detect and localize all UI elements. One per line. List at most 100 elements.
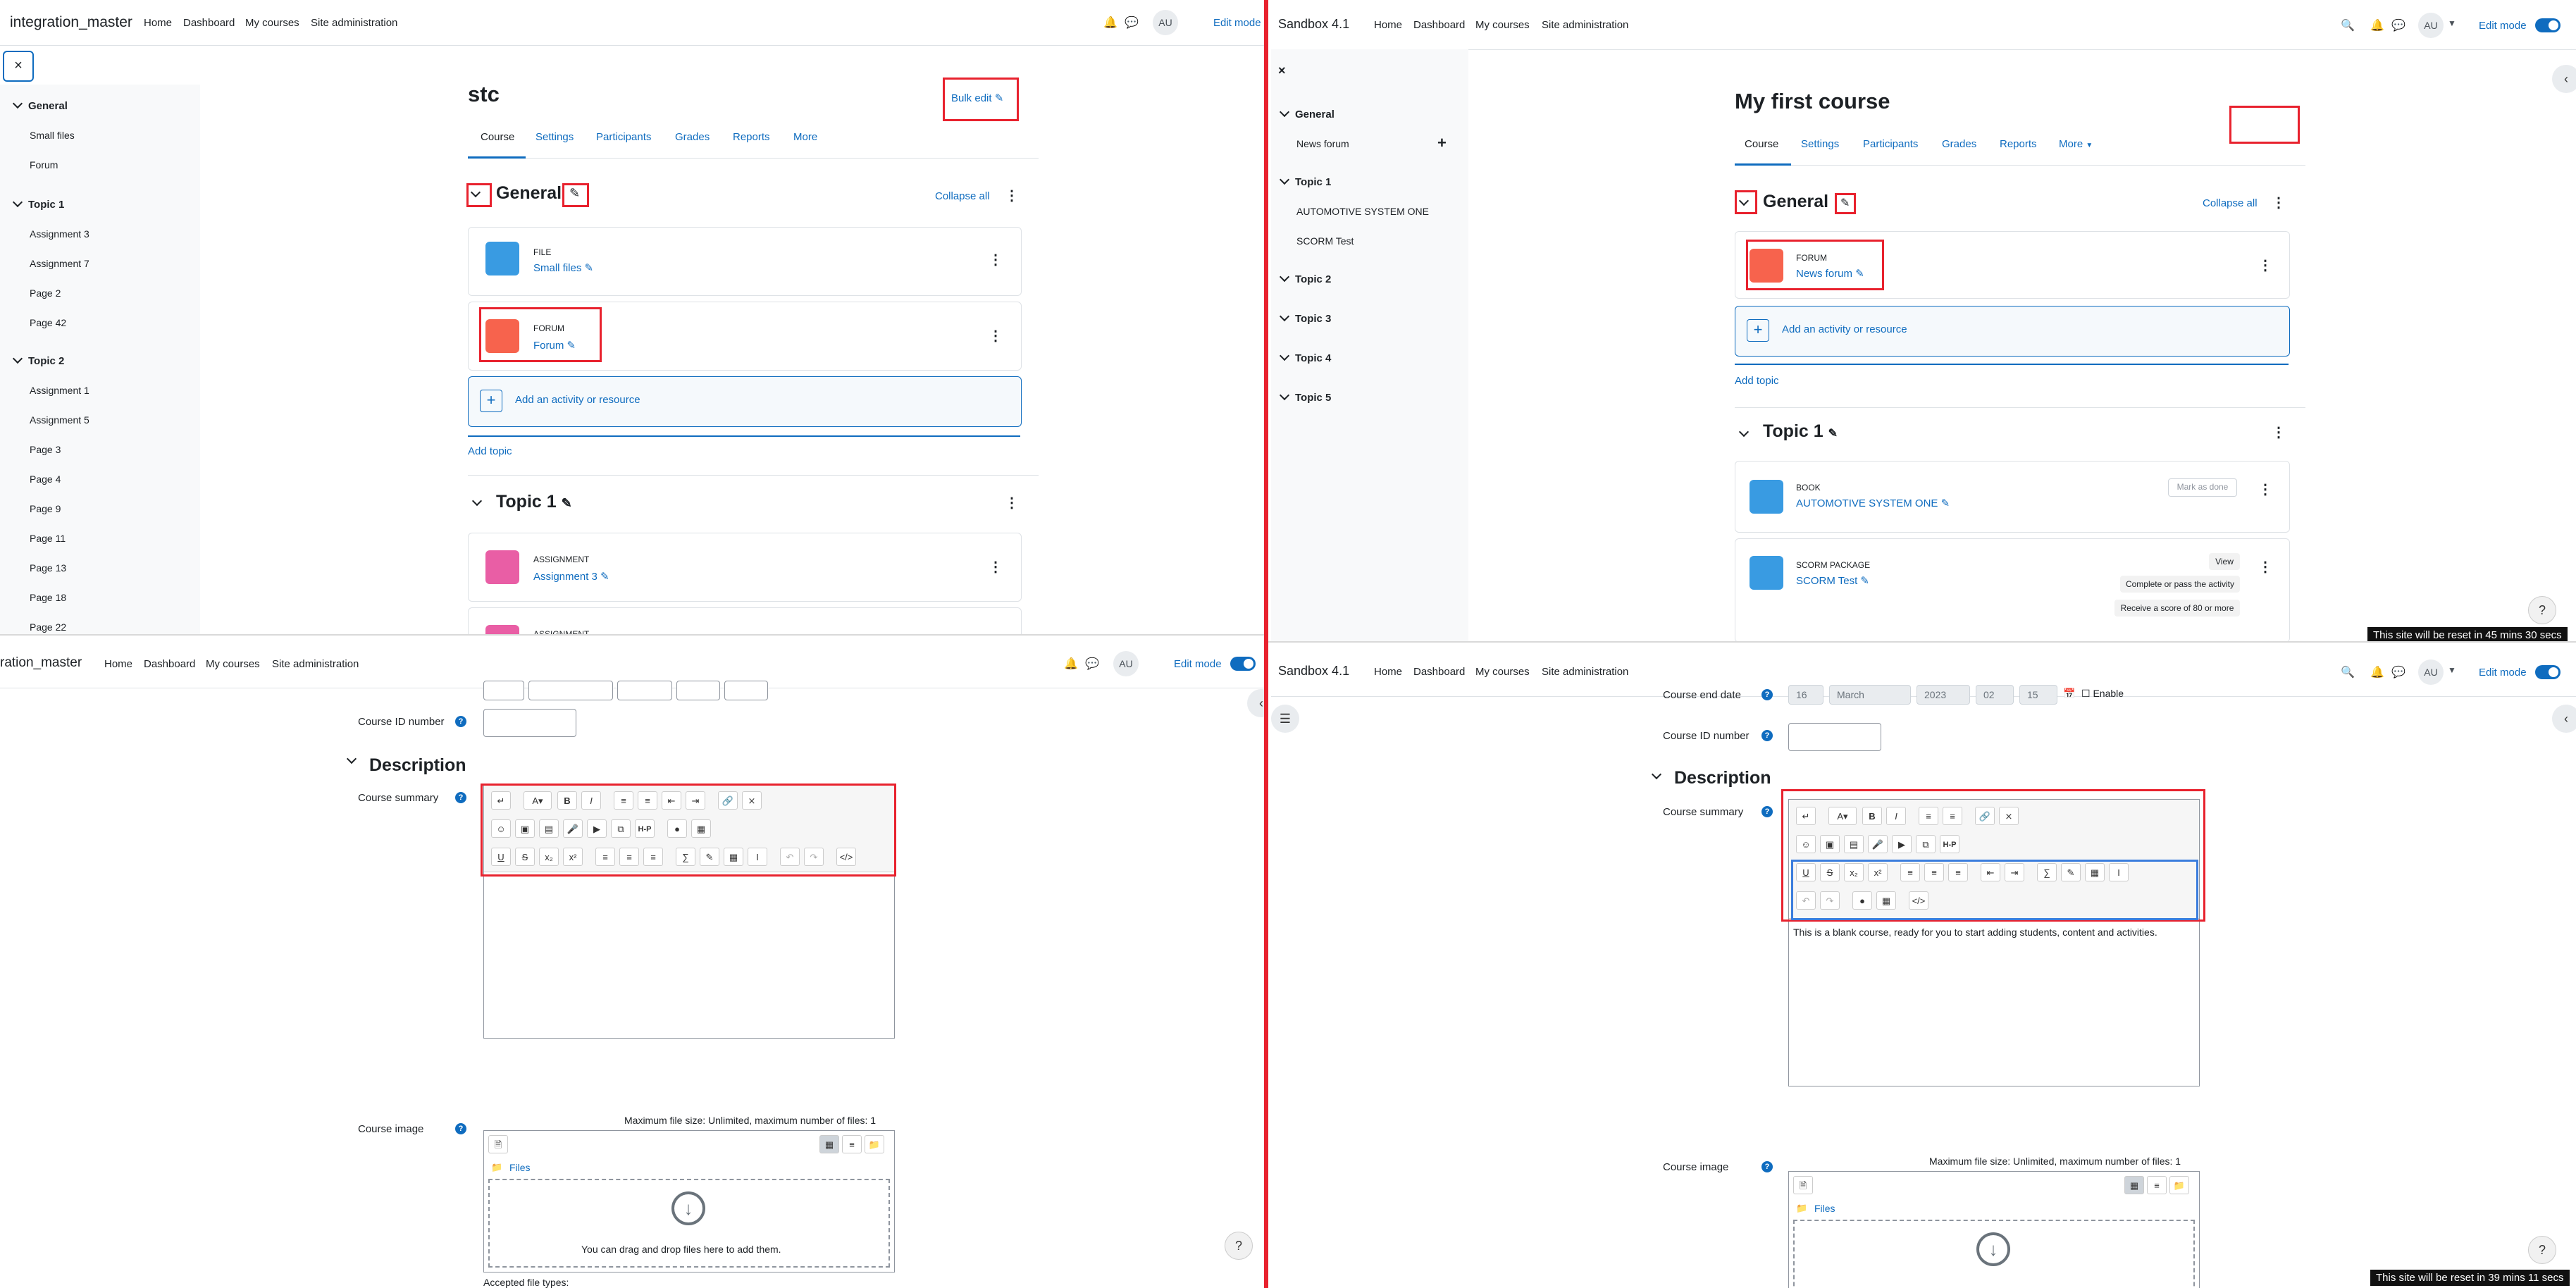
- nav-dashboard[interactable]: Dashboard: [144, 658, 195, 670]
- date-month-select[interactable]: [528, 681, 613, 700]
- nav-my-courses[interactable]: My courses: [245, 17, 299, 29]
- kebab-menu-icon[interactable]: ⋮: [2258, 560, 2272, 574]
- sidebar-item-forum[interactable]: Forum: [30, 159, 58, 171]
- add-file-icon[interactable]: 🗎: [488, 1135, 508, 1153]
- sidebar-section-topic-5[interactable]: Topic 5: [1279, 390, 1331, 404]
- sidebar-item-page-2[interactable]: Page 2: [30, 287, 61, 299]
- add-topic-link[interactable]: Add topic: [468, 445, 512, 457]
- date-year-select[interactable]: [617, 681, 672, 700]
- bell-icon[interactable]: 🔔: [2370, 665, 2384, 679]
- nav-home[interactable]: Home: [104, 658, 132, 670]
- help-icon[interactable]: ?: [1761, 689, 1773, 700]
- end-minute-select[interactable]: 15: [2019, 685, 2057, 705]
- files-link[interactable]: Files: [509, 1162, 531, 1173]
- sidebar-section-topic-3[interactable]: Topic 3: [1279, 311, 1331, 325]
- calendar-icon[interactable]: 📅: [2063, 688, 2075, 700]
- drop-zone[interactable]: ↓ You can drag and drop files here to ad…: [488, 1179, 890, 1268]
- help-icon[interactable]: ?: [455, 716, 466, 727]
- close-icon[interactable]: ×: [1278, 63, 1286, 78]
- chat-icon[interactable]: 💬: [2391, 665, 2405, 679]
- nav-dashboard[interactable]: Dashboard: [1413, 666, 1465, 678]
- enable-checkbox[interactable]: ☐ Enable: [2081, 688, 2124, 700]
- chevron-down-icon[interactable]: [1651, 769, 1667, 784]
- end-day-select[interactable]: 16: [1788, 685, 1823, 705]
- help-button[interactable]: ?: [2528, 596, 2556, 624]
- sidebar-section-topic-2[interactable]: Topic 2: [12, 353, 64, 367]
- collapse-all-link[interactable]: Collapse all: [2203, 197, 2258, 209]
- chat-icon[interactable]: 💬: [2391, 18, 2405, 32]
- open-block-drawer-button[interactable]: ‹: [2552, 705, 2576, 733]
- nav-home[interactable]: Home: [144, 17, 172, 29]
- nav-site-administration[interactable]: Site administration: [1542, 19, 1628, 31]
- nav-home[interactable]: Home: [1374, 19, 1402, 31]
- folder-view-icon[interactable]: 📁: [865, 1135, 884, 1153]
- add-file-icon[interactable]: 🗎: [1793, 1176, 1813, 1194]
- course-id-input[interactable]: [1788, 723, 1881, 751]
- open-block-drawer-button[interactable]: ‹: [1247, 689, 1264, 717]
- help-button[interactable]: ?: [1225, 1232, 1253, 1260]
- course-index-button[interactable]: ☰: [1271, 705, 1299, 733]
- avatar[interactable]: AU: [2418, 660, 2444, 685]
- chat-icon[interactable]: 💬: [1125, 16, 1139, 30]
- sidebar-section-general[interactable]: General: [1279, 106, 1335, 120]
- activity-name-scorm-test[interactable]: SCORM Test ✎: [1796, 574, 1869, 587]
- summary-text[interactable]: This is a blank course, ready for you to…: [1793, 927, 2157, 938]
- edit-mode-toggle[interactable]: [2535, 18, 2560, 32]
- tab-reports[interactable]: Reports: [733, 131, 770, 143]
- pencil-icon[interactable]: ✎: [1828, 428, 1838, 440]
- sidebar-item-page-22[interactable]: Page 22: [30, 621, 66, 633]
- activity-name-assignment-3[interactable]: Assignment 3 ✎: [533, 570, 609, 583]
- sidebar-item-assignment-3[interactable]: Assignment 3: [30, 228, 89, 240]
- help-icon[interactable]: ?: [1761, 730, 1773, 741]
- nav-dashboard[interactable]: Dashboard: [183, 17, 235, 29]
- chevron-down-icon[interactable]: ▼: [2448, 665, 2456, 675]
- folder-view-icon[interactable]: 📁: [2169, 1176, 2189, 1194]
- kebab-menu-icon[interactable]: ⋮: [2258, 483, 2272, 497]
- bell-icon[interactable]: 🔔: [1103, 16, 1117, 30]
- sidebar-item-page-9[interactable]: Page 9: [30, 503, 61, 514]
- sidebar-section-topic-4[interactable]: Topic 4: [1279, 350, 1331, 364]
- chevron-down-icon[interactable]: [346, 753, 362, 768]
- kebab-menu-icon[interactable]: ⋮: [2272, 426, 2286, 440]
- end-hour-select[interactable]: 02: [1976, 685, 2014, 705]
- close-drawer-button[interactable]: ×: [3, 51, 34, 82]
- tab-more[interactable]: More: [793, 131, 817, 143]
- tab-participants[interactable]: Participants: [1863, 138, 1918, 150]
- nav-dashboard[interactable]: Dashboard: [1413, 19, 1465, 31]
- avatar[interactable]: AU: [1113, 651, 1139, 676]
- sidebar-item-page-11[interactable]: Page 11: [30, 533, 66, 544]
- end-month-select[interactable]: March: [1829, 685, 1911, 705]
- drop-zone[interactable]: ↓: [1793, 1220, 2195, 1288]
- sidebar-item-automotive-system-one[interactable]: AUTOMOTIVE SYSTEM ONE: [1296, 206, 1429, 217]
- end-year-select[interactable]: 2023: [1916, 685, 1970, 705]
- help-icon[interactable]: ?: [455, 792, 466, 803]
- list-view-icon[interactable]: ≡: [842, 1135, 862, 1153]
- open-block-drawer-button[interactable]: ‹: [2552, 65, 2576, 93]
- tab-course[interactable]: Course: [481, 131, 514, 143]
- pencil-icon[interactable]: ✎: [562, 496, 572, 510]
- kebab-menu-icon[interactable]: ⋮: [989, 253, 1003, 267]
- edit-mode-label[interactable]: Edit mode: [2479, 667, 2527, 679]
- search-icon[interactable]: 🔍: [2341, 665, 2355, 679]
- edit-mode-label[interactable]: Edit mode: [2479, 20, 2527, 32]
- sidebar-item-scorm-test[interactable]: SCORM Test: [1296, 235, 1354, 247]
- bell-icon[interactable]: 🔔: [1064, 657, 1078, 671]
- nav-my-courses[interactable]: My courses: [1475, 666, 1530, 678]
- kebab-menu-icon[interactable]: ⋮: [2272, 196, 2286, 210]
- sidebar-item-page-3[interactable]: Page 3: [30, 444, 61, 455]
- tab-settings[interactable]: Settings: [1801, 138, 1839, 150]
- course-id-input[interactable]: [483, 709, 576, 737]
- add-activity-card[interactable]: + Add an activity or resource: [468, 376, 1022, 427]
- sidebar-item-page-4[interactable]: Page 4: [30, 473, 61, 485]
- activity-name-automotive-system-one[interactable]: AUTOMOTIVE SYSTEM ONE ✎: [1796, 497, 1950, 509]
- chevron-down-icon[interactable]: ▼: [2448, 18, 2456, 28]
- edit-mode-label[interactable]: Edit mode: [1213, 17, 1261, 29]
- tab-settings[interactable]: Settings: [535, 131, 574, 143]
- sidebar-item-assignment-1[interactable]: Assignment 1: [30, 385, 89, 396]
- grid-view-icon[interactable]: ▦: [2124, 1176, 2144, 1194]
- kebab-menu-icon[interactable]: ⋮: [989, 560, 1003, 574]
- sidebar-item-small-files[interactable]: Small files: [30, 130, 75, 141]
- tab-participants[interactable]: Participants: [596, 131, 651, 143]
- date-minute-select[interactable]: [724, 681, 768, 700]
- grid-view-icon[interactable]: ▦: [819, 1135, 839, 1153]
